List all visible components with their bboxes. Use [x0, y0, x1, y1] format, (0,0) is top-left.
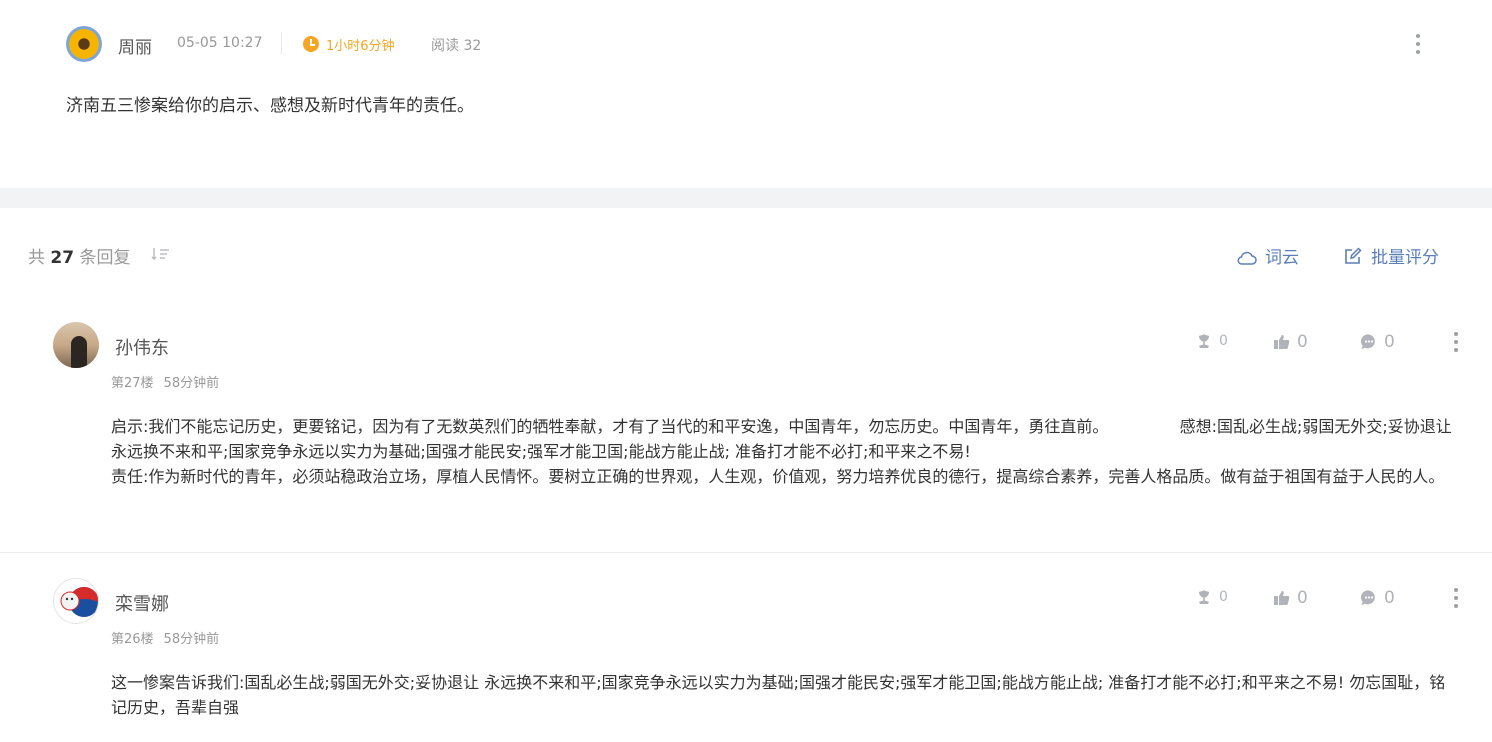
comment-icon [1360, 334, 1375, 350]
post-author-name[interactable]: 周丽 [118, 33, 152, 58]
flower-icon [1199, 334, 1209, 348]
reply-content: 启示:我们不能忘记历史，更要铭记，因为有了无数英烈们的牺牲奉献，才有了当代的和平… [111, 417, 1452, 486]
flower-button[interactable]: 0 [1195, 332, 1228, 350]
reply-floor: 第27楼 [111, 376, 154, 391]
reply-meta: 第27楼 58分钟前 [111, 372, 219, 391]
reply-meta: 第26楼 58分钟前 [111, 628, 219, 647]
thumbs-up-icon [1274, 335, 1290, 349]
sort-icon[interactable] [151, 247, 171, 261]
replies-count: 共 27 条回复 [28, 248, 131, 268]
comment-icon [1360, 590, 1375, 606]
reply-item: 栾雪娜 第26楼 58分钟前 0 0 0 这一惨案告诉我们:国乱必生战;弱国无外交… [0, 562, 1492, 742]
post-read-count: 阅读 32 [431, 38, 482, 54]
more-vertical-icon[interactable] [1446, 586, 1466, 610]
cloud-icon [1237, 251, 1257, 265]
reply-time: 58分钟前 [163, 376, 220, 391]
thumbs-up-icon [1274, 591, 1290, 605]
comment-button[interactable]: 0 [1360, 332, 1395, 352]
more-vertical-icon[interactable] [1446, 330, 1466, 354]
batch-score-button[interactable]: 批量评分 [1343, 243, 1439, 268]
more-vertical-icon[interactable] [1408, 32, 1428, 56]
avatar[interactable] [53, 578, 99, 624]
divider [281, 32, 282, 54]
reply-author-name[interactable]: 栾雪娜 [115, 590, 169, 616]
like-button[interactable]: 0 [1273, 332, 1308, 352]
clock-icon [303, 36, 319, 52]
flower-icon [1199, 590, 1209, 604]
section-divider [0, 188, 1492, 208]
author-avatar[interactable] [66, 26, 102, 62]
post-timestamp: 05-05 10:27 [177, 35, 263, 51]
reply-content: 这一惨案告诉我们:国乱必生战;弱国无外交;妥协退让 永远换不来和平;国家竞争永远… [111, 673, 1446, 717]
comment-button[interactable]: 0 [1360, 588, 1395, 608]
flower-button[interactable]: 0 [1195, 588, 1228, 606]
wordcloud-button[interactable]: 词云 [1237, 243, 1299, 268]
edit-icon [1345, 247, 1362, 264]
reply-floor: 第26楼 [111, 632, 154, 647]
reply-item: 孙伟东 第27楼 58分钟前 0 0 0 启示:我们不能忘记历史，更要铭记，因为有… [0, 306, 1492, 553]
reply-author-name[interactable]: 孙伟东 [115, 334, 169, 360]
post-title: 济南五三惨案给你的启示、感想及新时代青年的责任。 [66, 96, 474, 116]
post-card: 周丽 05-05 10:27 1小时6分钟 阅读 32 济南五三惨案给你的启示、… [0, 0, 1492, 188]
post-duration: 1小时6分钟 [326, 39, 395, 54]
like-button[interactable]: 0 [1273, 588, 1308, 608]
avatar[interactable] [53, 322, 99, 368]
reply-time: 58分钟前 [163, 632, 220, 647]
